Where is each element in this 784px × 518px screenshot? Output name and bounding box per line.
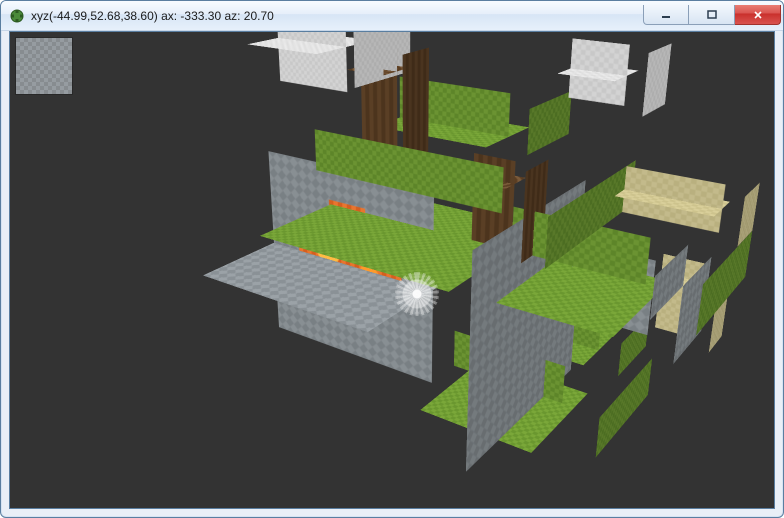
scene-3d [10, 32, 774, 508]
minimize-button[interactable] [643, 5, 689, 25]
app-icon [9, 8, 25, 24]
window-title: xyz(-44.99,52.68,38.60) ax: -333.30 az: … [31, 9, 643, 23]
close-icon [753, 10, 763, 20]
viewport[interactable] [9, 31, 775, 509]
titlebar[interactable]: xyz(-44.99,52.68,38.60) ax: -333.30 az: … [1, 1, 783, 31]
maximize-button[interactable] [689, 5, 735, 25]
maximize-icon [707, 10, 717, 20]
minimize-icon [661, 10, 671, 20]
close-button[interactable] [735, 5, 781, 25]
window-buttons [643, 5, 781, 25]
block-face [527, 90, 572, 155]
block-face [596, 358, 653, 458]
app-window: xyz(-44.99,52.68,38.60) ax: -333.30 az: … [0, 0, 784, 518]
block-face [642, 42, 671, 116]
